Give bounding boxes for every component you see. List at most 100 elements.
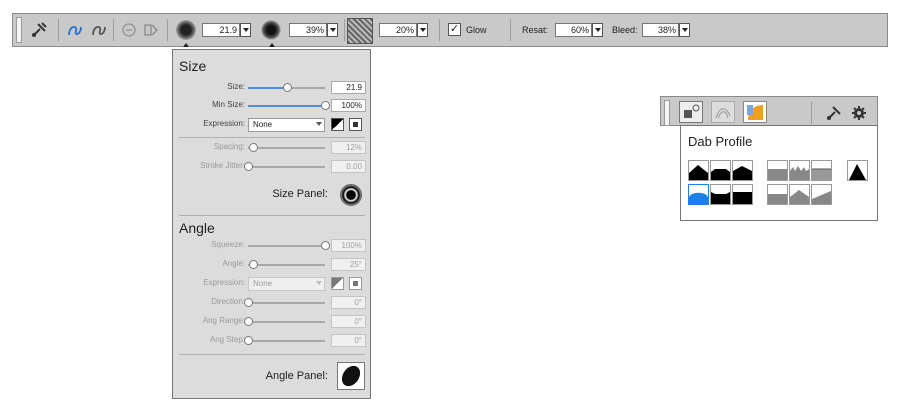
invert-expression-icon[interactable]	[331, 118, 344, 131]
dab-profile-soft-pointed[interactable]	[789, 184, 810, 205]
dab-profile-solid[interactable]	[732, 184, 753, 205]
dab-profile-dull[interactable]	[767, 160, 788, 181]
dab-profile-tab-icon[interactable]	[743, 101, 767, 123]
slider-knob[interactable]	[282, 83, 292, 92]
squeeze-slider[interactable]	[248, 241, 330, 250]
size-expression-select[interactable]: None	[248, 118, 325, 132]
size-panel-button[interactable]	[340, 184, 362, 206]
size-field[interactable]: 21.9	[202, 23, 240, 37]
ang-step-row: Ang Step: 0°	[173, 334, 370, 348]
slider-knob[interactable]	[321, 241, 330, 250]
squeeze-value-field[interactable]: 100%	[331, 239, 366, 252]
drag-handle[interactable]	[16, 17, 22, 43]
slider-knob[interactable]	[249, 260, 259, 269]
slider-knob[interactable]	[244, 298, 253, 307]
stroke-preview-icon[interactable]	[711, 101, 735, 123]
spacing-label: Spacing:	[213, 142, 245, 151]
ang-step-slider[interactable]	[244, 336, 325, 345]
slider-knob[interactable]	[244, 336, 253, 345]
brush-tool-icon[interactable]	[29, 20, 49, 40]
angle-row: Angle: 25°	[173, 258, 370, 272]
stroke-jitter-slider[interactable]	[244, 162, 325, 171]
dab-profile-soft-linear[interactable]	[811, 184, 832, 205]
min-size-slider[interactable]	[248, 101, 330, 110]
direction-label: Direction:	[211, 297, 245, 306]
dab-profile-sharp[interactable]	[847, 160, 868, 181]
brush-settings-icon[interactable]	[824, 103, 844, 123]
stroke-attributes-icon[interactable]	[141, 20, 161, 40]
angle-section-title: Angle	[179, 220, 215, 236]
ang-range-value-field[interactable]: 0°	[331, 315, 366, 328]
angle-slider[interactable]	[248, 260, 325, 269]
opacity-field[interactable]: 39%	[289, 23, 327, 37]
dab-profile-soft[interactable]	[811, 160, 832, 181]
dab-profile-flat[interactable]	[710, 184, 731, 205]
size-value-field[interactable]: 21.9	[331, 81, 366, 94]
chevron-down-icon	[316, 281, 322, 285]
bleed-dropdown-button[interactable]	[679, 23, 690, 37]
angle-value-field[interactable]: 25°	[331, 258, 366, 271]
angle-panel-button[interactable]	[337, 362, 365, 390]
angle-expression-row: Expression: None	[173, 277, 370, 291]
resat-dropdown-button[interactable]	[592, 23, 603, 37]
grain-dropdown-button[interactable]	[417, 23, 428, 37]
bleed-label: Bleed:	[612, 25, 638, 35]
size-dropdown-button[interactable]	[240, 23, 251, 37]
slider-fill	[248, 87, 287, 89]
dab-profile-soft-flat[interactable]	[767, 184, 788, 205]
squeeze-row: Squeeze: 100%	[173, 239, 370, 253]
dab-profile-medium[interactable]	[710, 160, 731, 181]
ang-range-slider[interactable]	[244, 317, 325, 326]
direction-value-field[interactable]: 0°	[331, 296, 366, 309]
slider-fill	[248, 105, 325, 107]
grain-texture-icon[interactable]	[347, 18, 373, 44]
chevron-down-icon	[316, 122, 322, 126]
size-dab-icon[interactable]	[176, 20, 196, 40]
size-section-title: Size	[179, 58, 207, 74]
angle-expression-select[interactable]: None	[248, 277, 325, 291]
min-size-row: Min Size: 100%	[173, 99, 370, 113]
ang-range-row: Ang Range: 0°	[173, 315, 370, 329]
spacing-row: Spacing: 12%	[173, 141, 370, 155]
direction-expression-icon[interactable]	[349, 118, 362, 131]
slider-knob[interactable]	[244, 317, 253, 326]
opacity-dab-icon[interactable]	[261, 20, 281, 40]
opacity-dropdown-button[interactable]	[327, 23, 338, 37]
invert-expression-icon[interactable]	[331, 277, 344, 290]
dab-preview-icon[interactable]	[679, 101, 703, 123]
angle-label: Angle:	[222, 259, 245, 268]
straight-line-stroke-icon[interactable]	[89, 20, 109, 40]
dab-profile-panel: Dab Profile	[660, 96, 878, 221]
grain-field[interactable]: 20%	[379, 23, 417, 37]
spacing-value-field[interactable]: 12%	[331, 141, 366, 154]
slider-knob[interactable]	[248, 143, 258, 152]
ang-step-label: Ang Step:	[209, 335, 245, 344]
stroke-jitter-value-field[interactable]: 0.00	[331, 160, 366, 173]
size-slider[interactable]	[248, 83, 325, 92]
dab-profile-linear[interactable]	[732, 160, 753, 181]
resat-label: Resat:	[522, 25, 549, 35]
direction-slider[interactable]	[244, 298, 325, 307]
gear-icon[interactable]	[849, 103, 869, 123]
freehand-stroke-icon[interactable]	[65, 20, 85, 40]
ang-range-label: Ang Range:	[202, 316, 245, 325]
bleed-field[interactable]: 38%	[642, 23, 679, 37]
ang-step-value-field[interactable]: 0°	[331, 334, 366, 347]
min-size-value-field[interactable]: 100%	[331, 99, 366, 112]
expression-label: Expression:	[203, 119, 245, 128]
slider-knob[interactable]	[321, 101, 330, 110]
spacing-slider[interactable]	[248, 143, 325, 152]
resat-field[interactable]: 60%	[555, 23, 592, 37]
stroke-jitter-row: Stroke Jitter: 0.00	[173, 160, 370, 174]
size-panel-label: Size Panel:	[272, 188, 328, 200]
glow-checkbox[interactable]: ✓	[448, 23, 461, 36]
dab-profile-watercolor[interactable]	[789, 160, 810, 181]
drag-handle[interactable]	[664, 100, 670, 126]
dab-profile-title: Dab Profile	[688, 134, 753, 149]
dab-profile-round[interactable]	[688, 184, 709, 205]
squeeze-label: Squeeze:	[211, 240, 245, 249]
reset-tool-icon[interactable]	[119, 20, 139, 40]
direction-expression-icon[interactable]	[349, 277, 362, 290]
slider-knob[interactable]	[244, 162, 253, 171]
dab-profile-pointed[interactable]	[688, 160, 709, 181]
